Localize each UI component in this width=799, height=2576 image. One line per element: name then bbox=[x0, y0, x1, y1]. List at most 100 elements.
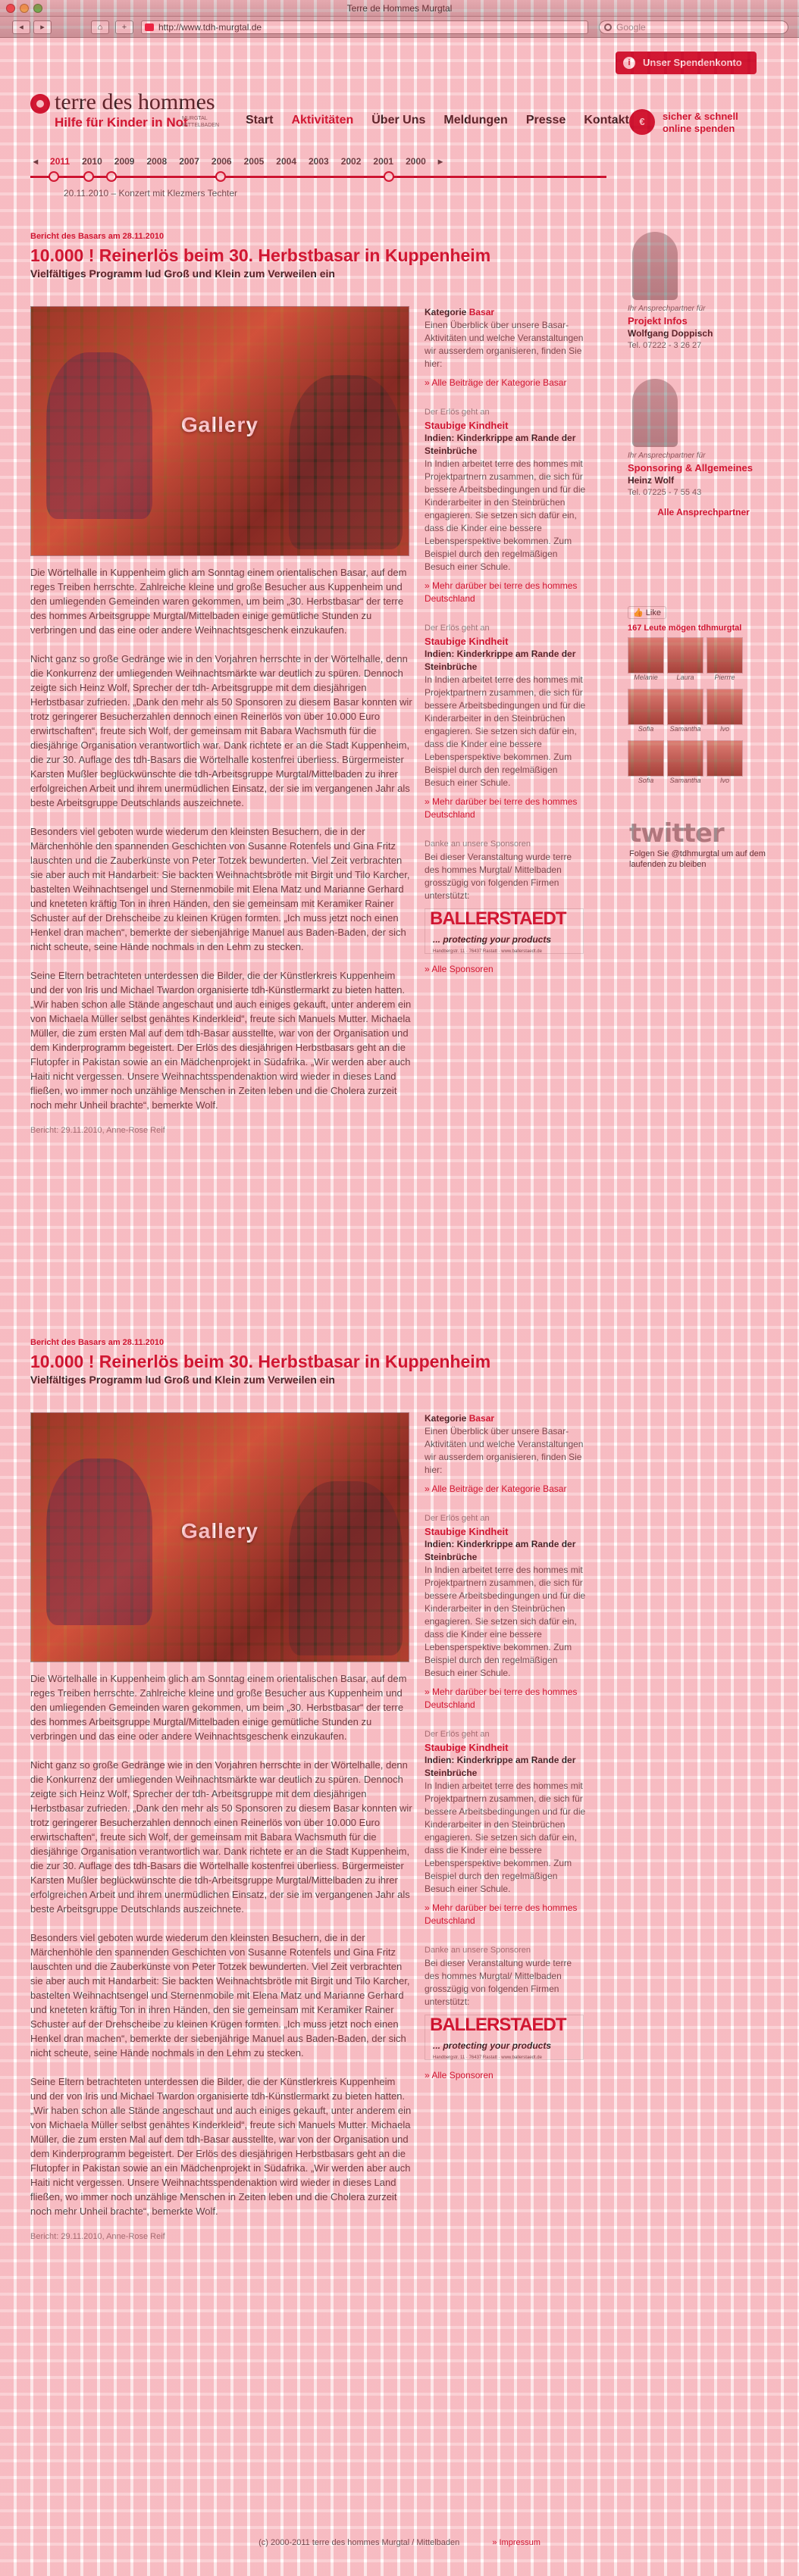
timeline-event-dot[interactable] bbox=[106, 171, 117, 182]
contact-role: Ihr Ansprechpartner für bbox=[628, 452, 706, 460]
fan-avatar[interactable]: Laura bbox=[667, 637, 703, 686]
year-2010[interactable]: 2010 bbox=[82, 156, 102, 167]
address-bar[interactable]: http://www.tdh-murgtal.de bbox=[141, 20, 588, 34]
nav-meldungen[interactable]: Meldungen bbox=[443, 114, 507, 127]
beneficiary-label: Der Erlös geht an bbox=[425, 624, 490, 633]
contact-area: Sponsoring & Allgemeines bbox=[628, 462, 753, 474]
footer: (c) 2000-2011 terre des hommes Murgtal /… bbox=[0, 2538, 799, 2547]
sponsor-label: Danke an unsere Sponsoren bbox=[425, 1946, 531, 1955]
year-2003[interactable]: 2003 bbox=[309, 156, 329, 167]
year-2006[interactable]: 2006 bbox=[212, 156, 232, 167]
sponsor-label: Danke an unsere Sponsoren bbox=[425, 839, 531, 849]
beneficiary-link[interactable]: » Mehr darüber bei terre des hommes Deut… bbox=[425, 1686, 588, 1712]
article-kicker: Bericht des Basars am 28.11.2010 bbox=[30, 1338, 164, 1347]
timeline-event-dot[interactable] bbox=[384, 171, 394, 182]
fan-avatar[interactable]: Samantha bbox=[667, 740, 703, 789]
nav-presse[interactable]: Presse bbox=[526, 114, 566, 127]
like-button[interactable]: 👍 Like bbox=[628, 606, 666, 619]
category-text: Einen Überblick über unsere Basar-Aktivi… bbox=[425, 1426, 584, 1475]
beneficiary-title: Staubige Kindheit bbox=[425, 1526, 509, 1537]
home-icon[interactable]: ⌂ bbox=[91, 20, 109, 34]
next-year-icon[interactable]: ▸ bbox=[438, 156, 443, 167]
beneficiary-subtitle: Indien: Kinderkrippe am Rande der Steinb… bbox=[425, 433, 576, 456]
donate-account-button[interactable]: i Unser Spendenkonto bbox=[616, 52, 757, 74]
logo-name: terre des hommes bbox=[55, 89, 215, 114]
article-title[interactable]: 10.000 ! Reinerlös beim 30. Herbstbasar … bbox=[30, 1352, 781, 1372]
search-icon bbox=[604, 23, 612, 31]
beneficiary-text: In Indien arbeitet terre des hommes mit … bbox=[425, 458, 586, 572]
beneficiary-label: Der Erlös geht an bbox=[425, 1730, 490, 1739]
beneficiary-title: Staubige Kindheit bbox=[425, 636, 509, 647]
all-contacts-link[interactable]: Alle Ansprechpartner bbox=[628, 506, 779, 518]
forward-button[interactable]: ▸ bbox=[33, 20, 52, 34]
timeline-event-label[interactable]: 20.11.2010 – Konzert mit Klezmers Techte… bbox=[64, 188, 237, 199]
nav-start[interactable]: Start bbox=[246, 114, 273, 127]
sponsor-logo-ballerstaedt[interactable]: BALLERSTAEDT... protecting your products… bbox=[425, 2015, 584, 2060]
beneficiary-text: In Indien arbeitet terre des hommes mit … bbox=[425, 674, 586, 788]
sponsor-text: Bei dieser Veranstaltung wurde terre des… bbox=[425, 852, 572, 901]
beneficiary-link[interactable]: » Mehr darüber bei terre des hommes Deut… bbox=[425, 796, 588, 821]
beneficiary-title: Staubige Kindheit bbox=[425, 1742, 509, 1753]
contact-name: Heinz Wolf bbox=[628, 475, 675, 486]
thumbs-up-icon: 👍 bbox=[633, 608, 644, 617]
fan-avatar[interactable]: Samantha bbox=[667, 689, 703, 737]
contact-avatar bbox=[632, 232, 678, 300]
search-input[interactable]: Google bbox=[599, 20, 788, 34]
nav-aktivitaeten[interactable]: Aktivitäten bbox=[291, 114, 353, 127]
nav-ueber-uns[interactable]: Über Uns bbox=[371, 114, 425, 127]
sponsors-link[interactable]: » Alle Sponsoren bbox=[425, 2069, 588, 2082]
site-logo[interactable]: terre des hommes Hilfe für Kinder in Not… bbox=[30, 89, 235, 139]
contact-phone: Tel. 07222 - 3 26 27 bbox=[628, 341, 702, 350]
fan-avatar[interactable]: Sofia bbox=[628, 740, 664, 789]
fan-avatar[interactable]: Sofia bbox=[628, 689, 664, 737]
fan-avatar[interactable]: Ivo bbox=[707, 689, 743, 737]
year-2004[interactable]: 2004 bbox=[276, 156, 296, 167]
fan-avatar[interactable]: Ivo bbox=[707, 740, 743, 789]
window-titlebar: Terre de Hommes Murgtal bbox=[0, 0, 799, 17]
twitter-logo[interactable]: twitter bbox=[629, 818, 781, 849]
timeline-bar bbox=[30, 176, 606, 178]
impressum-link[interactable]: » Impressum bbox=[492, 2538, 540, 2547]
article-sidebar: Kategorie Basar Einen Überblick über uns… bbox=[425, 1412, 588, 2099]
article-subtitle: Vielfältiges Programm lud Groß und Klein… bbox=[30, 1374, 335, 1386]
contact-avatar bbox=[632, 379, 678, 447]
year-selector: ◂ 2011 2010 2009 2008 2007 2006 2005 2004 2003 200… bbox=[33, 156, 455, 167]
main-navigation: Start Aktivitäten Über Uns Meldungen Presse K… bbox=[246, 114, 647, 127]
add-bookmark-button[interactable]: + bbox=[115, 20, 133, 34]
timeline-event-dot[interactable] bbox=[83, 171, 94, 182]
prev-year-icon[interactable]: ◂ bbox=[33, 156, 38, 167]
back-button[interactable]: ◂ bbox=[12, 20, 30, 34]
year-2007[interactable]: 2007 bbox=[179, 156, 199, 167]
year-2005[interactable]: 2005 bbox=[244, 156, 265, 167]
photo-gallery[interactable]: Gallery bbox=[30, 306, 409, 556]
sponsor-logo-ballerstaedt[interactable]: BALLERSTAEDT... protecting your products… bbox=[425, 908, 584, 954]
category-heading: Kategorie Basar bbox=[425, 1413, 495, 1424]
year-2000[interactable]: 2000 bbox=[406, 156, 426, 167]
nav-kontakt[interactable]: Kontakt bbox=[584, 114, 629, 127]
favicon-icon bbox=[145, 23, 154, 31]
info-icon: i bbox=[623, 57, 635, 69]
beneficiary-text: In Indien arbeitet terre des hommes mit … bbox=[425, 1780, 586, 1894]
category-link[interactable]: » Alle Beiträge der Kategorie Basar bbox=[425, 1483, 588, 1496]
fan-avatar[interactable]: Melanie bbox=[628, 637, 664, 686]
year-2011[interactable]: 2011 bbox=[50, 156, 70, 167]
beneficiary-link[interactable]: » Mehr darüber bei terre des hommes Deut… bbox=[425, 580, 588, 605]
year-2002[interactable]: 2002 bbox=[341, 156, 362, 167]
contact-role: Ihr Ansprechpartner für bbox=[628, 305, 706, 313]
timeline-event-dot[interactable] bbox=[49, 171, 59, 182]
year-2009[interactable]: 2009 bbox=[114, 156, 135, 167]
timeline-event-dot[interactable] bbox=[215, 171, 226, 182]
online-donate-link[interactable]: € sicher & schnell online spenden bbox=[629, 108, 781, 138]
sponsors-link[interactable]: » Alle Sponsoren bbox=[425, 963, 588, 976]
twitter-follow-text[interactable]: Folgen Sie @tdhmurgtal um auf dem laufen… bbox=[629, 849, 781, 870]
beneficiary-link[interactable]: » Mehr darüber bei terre des hommes Deut… bbox=[425, 1902, 588, 1927]
contact-name: Wolfgang Doppisch bbox=[628, 328, 713, 339]
year-2001[interactable]: 2001 bbox=[373, 156, 393, 167]
logo-mark-icon bbox=[30, 94, 50, 114]
year-2008[interactable]: 2008 bbox=[146, 156, 167, 167]
category-link[interactable]: » Alle Beiträge der Kategorie Basar bbox=[425, 377, 588, 389]
fan-avatar[interactable]: Pierrre bbox=[707, 637, 743, 686]
donate-label: Unser Spendenkonto bbox=[643, 57, 742, 68]
contact-card: Ihr Ansprechpartner für Sponsoring & All… bbox=[628, 379, 779, 518]
photo-gallery[interactable]: Gallery bbox=[30, 1412, 409, 1662]
